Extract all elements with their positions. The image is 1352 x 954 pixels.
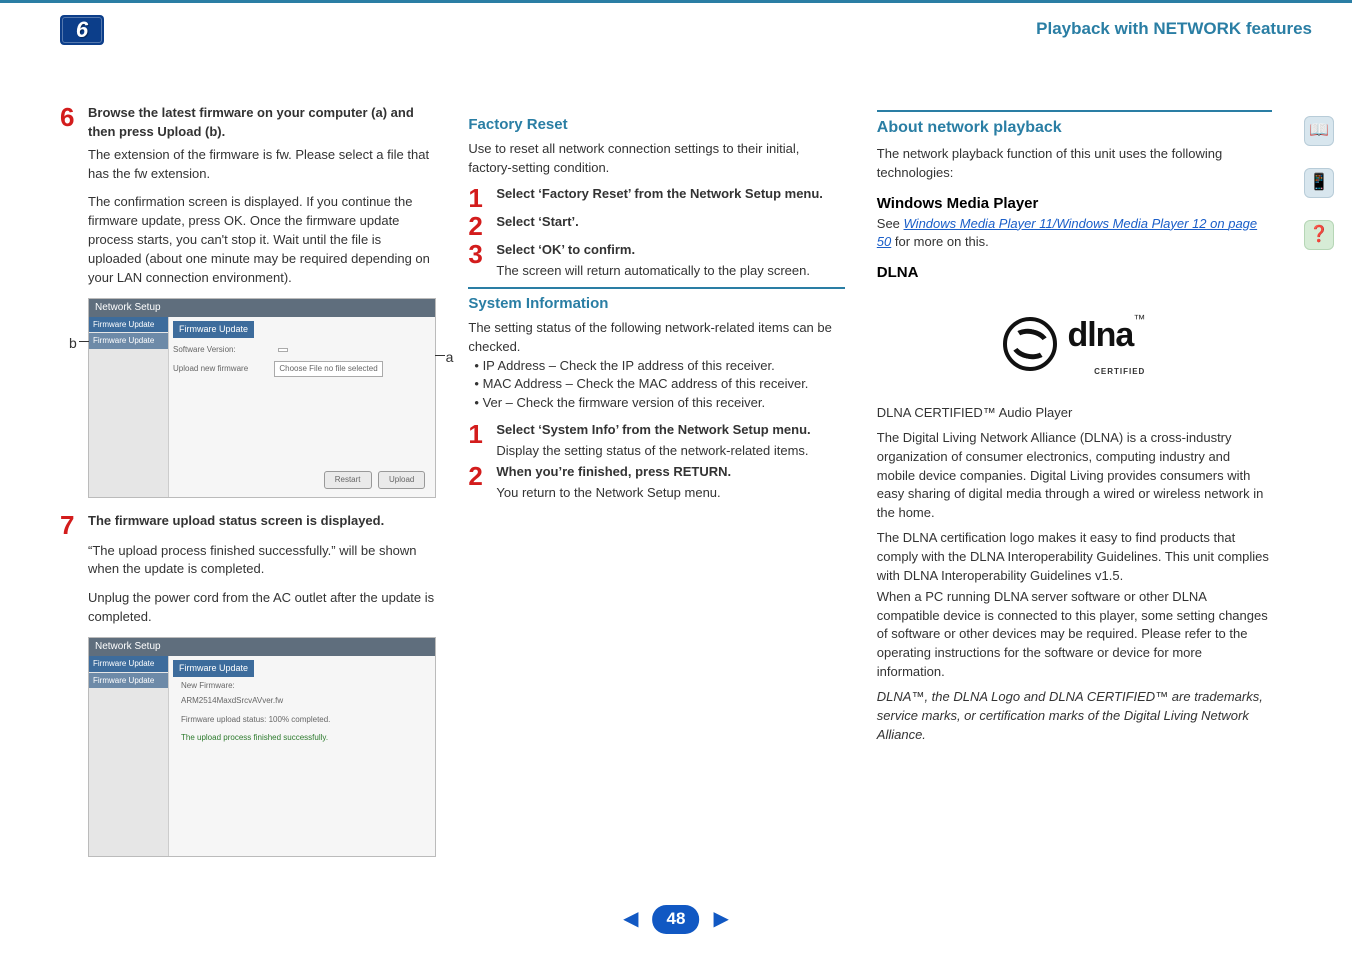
dlna-mark-icon [1003,317,1057,371]
ss1-sw-value [278,348,288,352]
dlna-p2: The DLNA certification logo makes it eas… [877,529,1272,586]
side-icon-bar: 📖 📱 ❓ [1304,116,1334,250]
sysinfo-bullet-mac: MAC Address – Check the MAC address of t… [474,375,844,394]
screenshot-firmware-upload: b a Network Setup Firmware Update Firmwa… [88,298,436,498]
ss2-line3: Firmware upload status: 100% completed. [181,714,429,726]
screenshot-firmware-status: Network Setup Firmware Update Firmware U… [88,637,436,857]
dlna-subtitle: DLNA CERTIFIED™ Audio Player [877,404,1272,423]
ss1-choose-file: Choose File no file selected [274,361,382,377]
prev-page-button[interactable]: ◀ [623,905,638,934]
dlna-p3: When a PC running DLNA server software o… [877,588,1272,682]
si-step1-num: 1 [468,421,488,461]
ss1-upload-button: Upload [378,471,425,489]
ss2-titlebar: Network Setup [89,638,435,657]
dlna-p4: DLNA™, the DLNA Logo and DLNA CERTIFIED™… [877,688,1272,745]
callout-label-a: a [446,347,454,367]
step-7-body-2: Unplug the power cord from the AC outlet… [88,589,436,627]
ss1-restart-button: Restart [324,471,372,489]
page-number: 48 [653,905,700,934]
factory-reset-heading: Factory Reset [468,110,844,136]
step-6-heading: Browse the latest firmware on your compu… [88,104,436,142]
dlna-logo: dlna™ CERTIFIED [964,304,1184,384]
ss1-sw-label: Software Version: [173,345,236,354]
system-info-heading: System Information [468,287,844,315]
step-6-body-2: The confirmation screen is displayed. If… [88,193,436,287]
ss2-tab: Firmware Update [173,660,254,677]
dlna-heading: DLNA [877,262,1272,284]
si-step2-num: 2 [468,463,488,503]
sysinfo-bullet-ip: IP Address – Check the IP address of thi… [474,357,844,376]
sysinfo-bullet-ver: Ver – Check the firmware version of this… [474,394,844,413]
ss2-side-item-1: Firmware Update [89,656,168,672]
fr-step2: Select ‘Start’. [496,213,578,239]
fr-step3-body: The screen will return automatically to … [496,262,810,281]
factory-reset-intro: Use to reset all network connection sett… [468,140,844,178]
chapter-badge: 6 [60,15,104,45]
page-navigation: ◀ 48 ▶ [623,905,729,934]
ss2-side-item-2: Firmware Update [89,673,168,689]
system-info-intro: The setting status of the following netw… [468,319,844,357]
column-middle: Factory Reset Use to reset all network c… [468,104,844,871]
wmp-link[interactable]: Windows Media Player 11/Windows Media Pl… [904,216,1207,231]
wmp-text: See Windows Media Player 11/Windows Medi… [877,215,1272,253]
about-network-intro: The network playback function of this un… [877,145,1272,183]
step-6-body-1: The extension of the firmware is fw. Ple… [88,146,436,184]
ss1-upload-label: Upload new firmware [173,364,248,373]
fr-step1: Select ‘Factory Reset’ from the Network … [496,185,823,211]
column-right: About network playback The network playb… [877,104,1312,871]
fr-step1-num: 1 [468,185,488,211]
step-7-heading: The firmware upload status screen is dis… [88,512,384,538]
ss2-line4: The upload process finished successfully… [181,732,429,744]
ss2-line1: New Firmware: [181,680,429,692]
si-step2-body: You return to the Network Setup menu. [496,484,731,503]
section-title: Playback with NETWORK features [1036,17,1312,42]
wmp-heading: Windows Media Player [877,193,1272,215]
column-left: 6 Browse the latest firmware on your com… [60,104,436,871]
step-6-number: 6 [60,104,80,142]
dlna-cert-text: CERTIFIED [1067,366,1145,378]
si-step2: When you’re finished, press RETURN. [496,463,731,482]
ss1-titlebar: Network Setup [89,299,435,318]
ss1-tab: Firmware Update [173,321,254,338]
device-icon[interactable]: 📱 [1304,168,1334,198]
next-page-button[interactable]: ▶ [713,905,728,934]
ss2-line2: ARM2514MaxdSrcvAVver.fw [181,695,429,707]
about-network-heading: About network playback [877,110,1272,139]
dlna-logo-text: dlna [1067,316,1133,354]
dlna-p1: The Digital Living Network Alliance (DLN… [877,429,1272,523]
book-icon[interactable]: 📖 [1304,116,1334,146]
step-7-body-1: “The upload process finished successfull… [88,542,436,580]
si-step1: Select ‘System Info’ from the Network Se… [496,421,810,440]
callout-label-b: b [69,333,77,353]
ss1-side-item-1: Firmware Update [89,317,168,333]
fr-step3-num: 3 [468,241,488,281]
fr-step3: Select ‘OK’ to confirm. [496,241,810,260]
si-step1-body: Display the setting status of the networ… [496,442,810,461]
step-7-number: 7 [60,512,80,538]
help-icon[interactable]: ❓ [1304,220,1334,250]
fr-step2-num: 2 [468,213,488,239]
ss1-side-item-2: Firmware Update [89,333,168,349]
